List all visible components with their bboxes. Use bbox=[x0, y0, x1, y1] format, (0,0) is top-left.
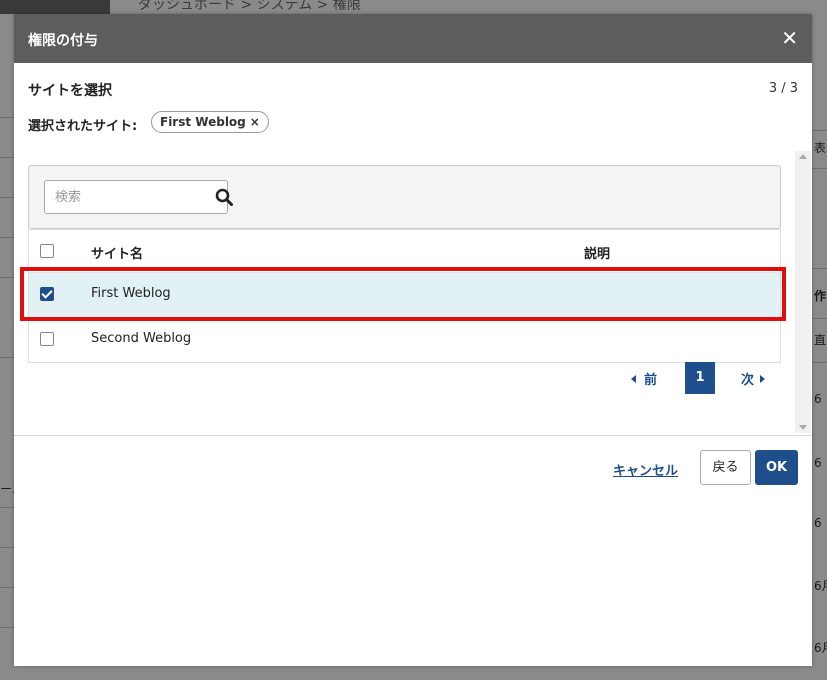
selected-site-tag: First Weblog × bbox=[151, 111, 269, 133]
background-text: 表示 bbox=[814, 141, 827, 155]
dialog-header: 権限の付与 ✕ bbox=[14, 14, 812, 63]
step-title: サイトを選択 bbox=[28, 83, 112, 99]
column-header-description: 説明 bbox=[584, 247, 611, 262]
dialog-body: サイトを選択 3 / 3 選択されたサイト: First Weblog × サイト… bbox=[14, 63, 812, 435]
background-text: 作 bbox=[814, 289, 827, 303]
row-checkbox[interactable] bbox=[40, 287, 54, 301]
background-divider bbox=[0, 277, 14, 278]
scroll-thumb[interactable] bbox=[798, 165, 808, 415]
step-counter: 3 / 3 bbox=[768, 81, 798, 96]
background-divider bbox=[0, 157, 14, 158]
pagination-prev-link[interactable]: 前 bbox=[631, 369, 657, 388]
background-text: 6 bbox=[814, 392, 822, 406]
background-divider bbox=[0, 237, 14, 238]
background-divider bbox=[812, 268, 827, 269]
search-input[interactable] bbox=[44, 180, 228, 214]
pagination-current-page[interactable]: 1 bbox=[685, 362, 715, 394]
background-divider bbox=[0, 197, 14, 198]
background-text: 6 bbox=[814, 516, 822, 530]
dialog-footer: キャンセル 戻る OK bbox=[14, 435, 812, 667]
back-button[interactable]: 戻る bbox=[700, 450, 751, 485]
scroll-up-arrow-icon[interactable] bbox=[799, 154, 807, 159]
background-text: 6月 bbox=[814, 579, 827, 593]
background-text: 6月 bbox=[814, 641, 827, 655]
caret-right-icon bbox=[760, 375, 766, 383]
site-name: First Weblog bbox=[91, 286, 171, 301]
close-icon[interactable]: ✕ bbox=[781, 27, 798, 49]
background-divider bbox=[812, 130, 827, 131]
site-table: サイト名 説明 First Weblog Second Weblog bbox=[28, 229, 781, 363]
select-all-checkbox[interactable] bbox=[40, 244, 54, 258]
caret-left-icon bbox=[631, 375, 636, 383]
background-divider bbox=[812, 168, 827, 169]
pagination-next-link[interactable]: 次 bbox=[741, 369, 766, 388]
background-text: ール bbox=[0, 482, 14, 496]
selected-sites-label: 選択されたサイト: bbox=[28, 119, 138, 134]
pagination-prev-label: 前 bbox=[644, 373, 658, 388]
background-text: 直 bbox=[814, 333, 827, 347]
ok-button[interactable]: OK bbox=[755, 450, 798, 485]
background-divider bbox=[812, 318, 827, 319]
grant-permission-dialog: 権限の付与 ✕ サイトを選択 3 / 3 選択されたサイト: First Web… bbox=[14, 14, 812, 666]
table-header-row: サイト名 説明 bbox=[29, 229, 780, 272]
background-breadcrumb: ダッシュボード > システム > 権限 bbox=[138, 0, 361, 13]
remove-tag-icon[interactable]: × bbox=[250, 115, 260, 129]
cancel-link[interactable]: キャンセル bbox=[613, 460, 678, 479]
site-name: Second Weblog bbox=[91, 331, 192, 346]
background-divider bbox=[812, 362, 827, 363]
background-divider bbox=[0, 587, 14, 588]
background-divider bbox=[0, 547, 14, 548]
background-divider bbox=[0, 627, 14, 628]
background-right-column: 表示 作 直 6 6 6 6月 6月 bbox=[812, 0, 827, 680]
pagination-next-label: 次 bbox=[741, 373, 755, 388]
background-divider bbox=[0, 117, 14, 118]
scroll-down-arrow-icon[interactable] bbox=[799, 425, 807, 430]
column-header-site-name: サイト名 bbox=[91, 247, 144, 262]
background-text: 6 bbox=[814, 456, 822, 470]
dialog-title: 権限の付与 bbox=[28, 33, 98, 49]
search-icon[interactable] bbox=[215, 188, 233, 206]
row-checkbox[interactable] bbox=[40, 332, 54, 346]
table-row[interactable]: First Weblog bbox=[29, 272, 780, 317]
selected-site-tag-label: First Weblog bbox=[160, 115, 246, 129]
dialog-scrollbar[interactable] bbox=[795, 151, 811, 433]
search-panel bbox=[28, 165, 781, 229]
background-divider bbox=[0, 507, 14, 508]
table-row[interactable]: Second Weblog bbox=[29, 317, 780, 362]
background-divider bbox=[0, 357, 14, 358]
background-nav-bar bbox=[0, 0, 110, 14]
